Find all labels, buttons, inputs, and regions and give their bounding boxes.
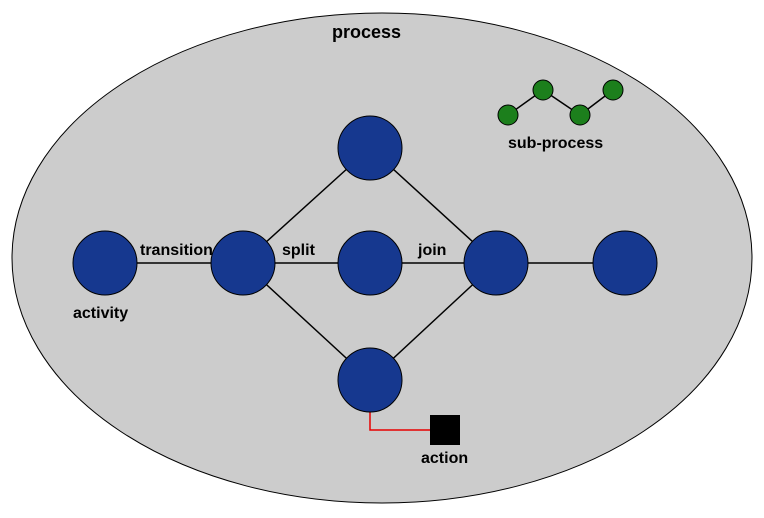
action-square <box>430 415 460 445</box>
subprocess-node <box>498 105 518 125</box>
action-label: action <box>421 450 468 468</box>
activity-node <box>464 231 528 295</box>
activity-node <box>211 231 275 295</box>
diagram-container: process activity transition split join s… <box>0 0 764 518</box>
transition-label: transition <box>140 242 213 260</box>
activity-node <box>593 231 657 295</box>
activity-node <box>338 231 402 295</box>
subprocess-node <box>570 105 590 125</box>
join-label: join <box>418 242 446 260</box>
activity-label: activity <box>73 305 128 323</box>
diagram-svg <box>0 0 764 518</box>
split-label: split <box>282 242 315 260</box>
subprocess-label: sub-process <box>508 135 603 153</box>
title-label: process <box>332 22 401 43</box>
subprocess-node <box>533 80 553 100</box>
activity-node <box>73 231 137 295</box>
subprocess-node <box>603 80 623 100</box>
activity-node <box>338 348 402 412</box>
activity-node <box>338 116 402 180</box>
